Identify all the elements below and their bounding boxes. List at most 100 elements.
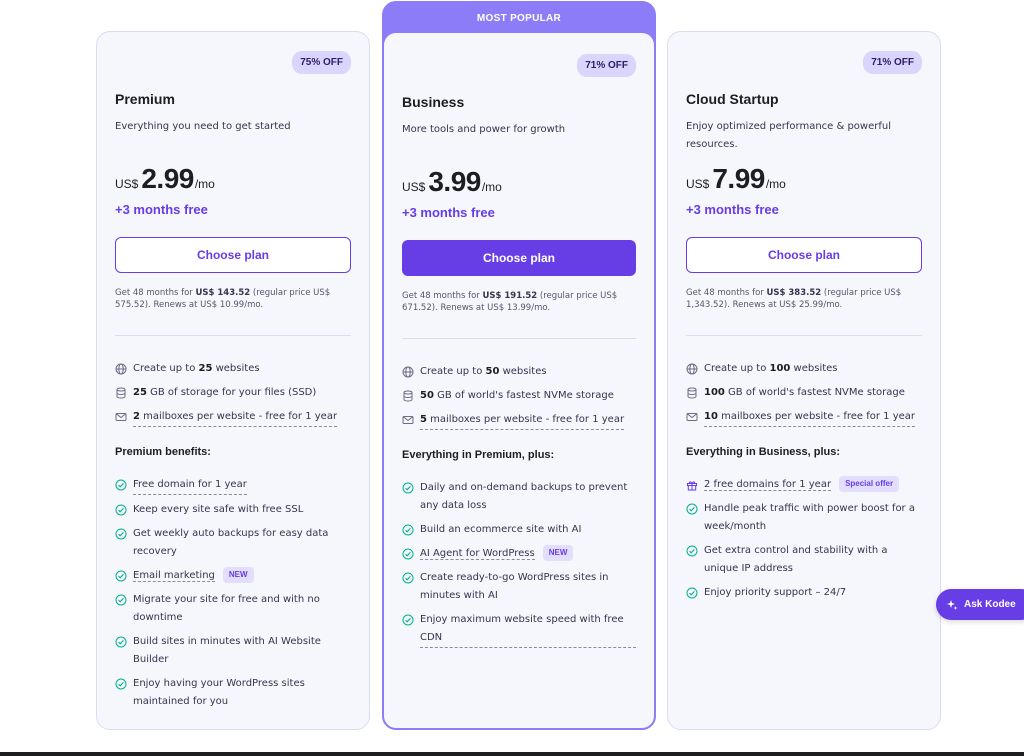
feature-text: Create up to 100 websites xyxy=(704,363,838,374)
plan-content: 75% OFF Premium Everything you need to g… xyxy=(115,32,351,729)
benefit-text[interactable]: Email marketing xyxy=(133,570,215,582)
feature-item: 10 mailboxes per website - free for 1 ye… xyxy=(686,408,922,427)
plan-name: Cloud Startup xyxy=(686,91,779,107)
benefit-text[interactable]: AI Agent for WordPress xyxy=(420,548,535,560)
benefit-item: Enjoy maximum website speed with free CD… xyxy=(402,611,636,648)
feature-text[interactable]: 2 mailboxes per website - free for 1 yea… xyxy=(133,408,338,427)
choose-plan-button[interactable]: Choose plan xyxy=(686,237,922,273)
globe-icon xyxy=(686,363,698,375)
benefit-text: Keep every site safe with free SSL xyxy=(133,504,304,515)
benefits-list: Daily and on-demand backups to prevent a… xyxy=(402,479,636,654)
plan-content: 71% OFF Business More tools and power fo… xyxy=(402,33,636,728)
feature-text: 50 GB of world's fastest NVMe storage xyxy=(420,390,614,401)
ask-kodee-button[interactable]: Ask Kodee xyxy=(936,589,1024,620)
price-currency: US$ xyxy=(402,180,426,194)
feature-text: Create up to 25 websites xyxy=(133,363,260,374)
divider xyxy=(686,335,922,336)
plan-description: Everything you need to get started xyxy=(115,121,291,132)
divider xyxy=(115,335,351,336)
plan-card-premium: 75% OFF Premium Everything you need to g… xyxy=(96,31,370,730)
check-circle-icon xyxy=(115,479,127,491)
benefit-text: Migrate your site for free and with no d… xyxy=(133,594,320,623)
sparkle-icon xyxy=(947,599,958,610)
plan-name: Business xyxy=(402,94,465,110)
check-circle-icon xyxy=(115,570,127,582)
benefit-item: Enjoy having your WordPress sites mainta… xyxy=(115,675,351,711)
benefit-text: Daily and on-demand backups to prevent a… xyxy=(420,482,628,511)
new-tag: NEW xyxy=(222,567,254,583)
renewal-amount: US$ 191.52 xyxy=(482,291,538,301)
most-popular-label: MOST POPULAR xyxy=(476,12,562,24)
benefit-item: Keep every site safe with free SSL xyxy=(115,501,351,519)
check-circle-icon xyxy=(686,503,698,515)
price-amount: 2.99 xyxy=(141,163,194,194)
benefit-item: 2 free domains for 1 year Special offer xyxy=(686,476,922,494)
benefit-text[interactable]: Free domain for 1 year xyxy=(133,476,247,495)
benefit-text[interactable]: Enjoy maximum website speed with free CD… xyxy=(420,611,636,648)
benefits-list: Free domain for 1 year Keep every site s… xyxy=(115,476,351,717)
choose-plan-button[interactable]: Choose plan xyxy=(115,237,351,273)
check-circle-icon xyxy=(686,587,698,599)
price-period: /mo xyxy=(765,177,786,191)
check-circle-icon xyxy=(115,528,127,540)
discount-badge: 75% OFF xyxy=(292,51,351,74)
benefit-text: Handle peak traffic with power boost for… xyxy=(704,503,915,532)
benefits-title: Everything in Premium, plus: xyxy=(402,449,555,461)
mail-icon xyxy=(115,413,127,421)
benefit-item: Create ready-to-go WordPress sites in mi… xyxy=(402,569,636,605)
special-offer-tag: Special offer xyxy=(839,476,900,492)
plan-inner: 71% OFF Business More tools and power fo… xyxy=(384,33,654,728)
feature-item: 5 mailboxes per website - free for 1 yea… xyxy=(402,411,636,430)
benefits-title: Everything in Business, plus: xyxy=(686,446,841,458)
feature-item: 50 GB of world's fastest NVMe storage xyxy=(402,387,636,405)
price-row: US$ 7.99 /mo xyxy=(686,163,786,195)
database-icon xyxy=(116,387,126,399)
renewal-info: Get 48 months for US$ 143.52 (regular pr… xyxy=(115,287,343,311)
free-months: +3 months free xyxy=(402,205,495,220)
globe-icon xyxy=(115,363,127,375)
mail-icon xyxy=(402,416,414,424)
feature-text[interactable]: 5 mailboxes per website - free for 1 yea… xyxy=(420,411,625,430)
benefit-item: Build an ecommerce site with AI xyxy=(402,521,636,539)
globe-icon xyxy=(402,366,414,378)
benefit-text[interactable]: 2 free domains for 1 year xyxy=(704,479,832,491)
renewal-amount: US$ 383.52 xyxy=(766,288,822,298)
benefit-text: Enjoy priority support – 24/7 xyxy=(704,587,847,598)
plan-description: More tools and power for growth xyxy=(402,124,566,135)
check-circle-icon xyxy=(402,524,414,536)
benefit-item: Build sites in minutes with AI Website B… xyxy=(115,633,351,669)
core-features: Create up to 50 websites 50 GB of world'… xyxy=(402,363,636,436)
feature-text: 100 GB of world's fastest NVMe storage xyxy=(704,387,905,398)
check-circle-icon xyxy=(115,636,127,648)
renewal-prefix: Get 48 months for xyxy=(115,288,196,298)
feature-item: Create up to 25 websites xyxy=(115,360,351,378)
feature-item: 25 GB of storage for your files (SSD) xyxy=(115,384,351,402)
renewal-prefix: Get 48 months for xyxy=(686,288,767,298)
gift-icon xyxy=(687,481,697,491)
price-amount: 7.99 xyxy=(712,163,765,194)
check-circle-icon xyxy=(402,572,414,584)
check-circle-icon xyxy=(686,545,698,557)
feature-text[interactable]: 10 mailboxes per website - free for 1 ye… xyxy=(704,408,916,427)
discount-badge: 71% OFF xyxy=(863,51,922,74)
plan-card-business: MOST POPULAR 71% OFF Business More tools… xyxy=(382,1,656,730)
choose-plan-button[interactable]: Choose plan xyxy=(402,240,636,276)
benefit-item: Email marketing NEW xyxy=(115,567,351,585)
benefit-text: Get weekly auto backups for easy data re… xyxy=(133,528,329,557)
benefit-item: Daily and on-demand backups to prevent a… xyxy=(402,479,636,515)
database-icon xyxy=(687,387,697,399)
feature-item: Create up to 50 websites xyxy=(402,363,636,381)
benefits-title: Premium benefits: xyxy=(115,446,211,458)
renewal-prefix: Get 48 months for xyxy=(402,291,483,301)
benefit-item: Get weekly auto backups for easy data re… xyxy=(115,525,351,561)
mail-icon xyxy=(686,413,698,421)
benefit-item: Handle peak traffic with power boost for… xyxy=(686,500,922,536)
benefit-text: Enjoy having your WordPress sites mainta… xyxy=(133,678,305,707)
check-circle-icon xyxy=(402,482,414,494)
feature-item: Create up to 100 websites xyxy=(686,360,922,378)
new-tag: NEW xyxy=(542,545,574,561)
benefit-text: Build an ecommerce site with AI xyxy=(420,524,582,535)
feature-item: 100 GB of world's fastest NVMe storage xyxy=(686,384,922,402)
plan-card-cloud-startup: 71% OFF Cloud Startup Enjoy optimized pe… xyxy=(667,31,941,730)
renewal-info: Get 48 months for US$ 191.52 (regular pr… xyxy=(402,290,628,314)
